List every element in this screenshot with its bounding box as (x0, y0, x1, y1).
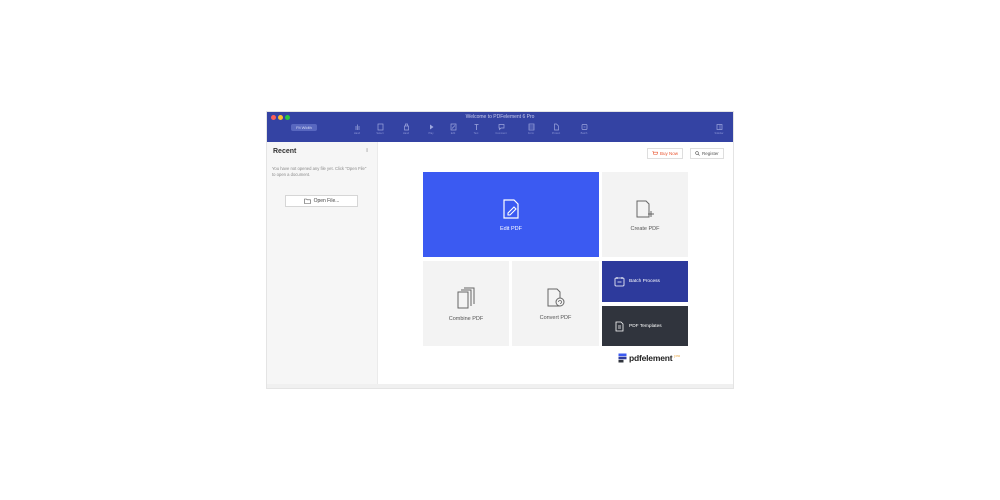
select-icon (377, 123, 383, 131)
register-button[interactable]: Register (690, 148, 724, 159)
create-pdf-tile[interactable]: Create PDF (602, 172, 688, 257)
app-window: Welcome to PDFelement 6 Pro Fit Width Ha… (266, 111, 734, 389)
open-file-button[interactable]: Open File... (285, 195, 358, 207)
protect-icon (553, 123, 559, 131)
convert-pdf-label: Convert PDF (539, 314, 572, 321)
edit-icon (450, 123, 456, 131)
toolbar-comment-button[interactable]: Comment (495, 123, 507, 138)
toolbar-pan-button[interactable]: Hand (400, 123, 412, 138)
collapse-sidebar-icon[interactable]: ⫴ (366, 148, 368, 154)
batch-process-icon (614, 277, 625, 287)
toolbar-tool-label: Batch (580, 132, 588, 135)
window-bottom-strip (267, 384, 733, 388)
pdf-templates-tile[interactable]: PDF Templates (602, 306, 688, 346)
combine-pdf-label: Combine PDF (448, 315, 484, 322)
toolbar-tool-label: Edit (450, 132, 456, 135)
edit-pdf-tile[interactable]: Edit PDF (423, 172, 599, 257)
toolbar-hand-button[interactable]: Hand (351, 123, 363, 138)
toolbar-sidebar-button[interactable]: Sidebar (713, 123, 725, 138)
folder-icon (303, 198, 311, 204)
pdf-templates-label: PDF Templates (629, 323, 662, 329)
recent-empty-hint: You have not opened any file yet. Click … (272, 166, 367, 177)
toolbar-batch-button[interactable]: Batch (578, 123, 590, 138)
buy-now-button[interactable]: Buy Now (647, 148, 684, 159)
combine-pdf-icon (457, 287, 475, 308)
zoom-select[interactable]: Fit Width (291, 124, 317, 131)
main-area: Buy Now Register Edit PDF Create PDF Com… (378, 142, 733, 388)
convert-pdf-tile[interactable]: Convert PDF (512, 261, 599, 346)
register-label: Register (702, 151, 719, 156)
toolbar-tool-label: Protect (551, 132, 561, 135)
toolbar-tool-label: Form (527, 132, 535, 135)
toolbar-text-button[interactable]: Text (470, 123, 482, 138)
toolbar-tool-label: Comment (495, 132, 507, 135)
edit-pdf-icon (503, 198, 519, 219)
sidebar-icon (716, 124, 722, 130)
convert-pdf-icon (547, 288, 564, 306)
pdfelement-logo-icon (618, 353, 627, 363)
combine-pdf-tile[interactable]: Combine PDF (423, 261, 509, 346)
toolbar-play-button[interactable]: Play (425, 123, 437, 138)
batch-process-tile[interactable]: Batch Process (602, 261, 688, 302)
create-pdf-icon (636, 200, 654, 217)
text-icon (474, 124, 478, 130)
toolbar-tool-label: Play (428, 132, 434, 135)
open-file-label: Open File... (313, 198, 340, 204)
batch-process-label: Batch Process (629, 279, 660, 284)
recent-sidebar: Recent ⫴ You have not opened any file ye… (267, 142, 378, 388)
brand-name: pdfelement (629, 353, 673, 363)
toolbar-tool-label: Text (473, 132, 479, 135)
title-bar: Welcome to PDFelement 6 Pro Fit Width Ha… (267, 112, 733, 142)
pdf-templates-icon (615, 321, 624, 331)
window-title: Welcome to PDFelement 6 Pro (465, 114, 535, 120)
brand-suffix: pro (674, 352, 681, 358)
toolbar-tool-label: Hand (402, 132, 410, 135)
hand-icon (355, 124, 359, 130)
pdfelement-logo: pdfelement pro (618, 353, 680, 363)
toolbar-select-button[interactable]: Select (374, 123, 386, 138)
cart-icon (652, 151, 658, 155)
create-pdf-label: Create PDF (630, 225, 660, 232)
toolbar-form-button[interactable]: Form (525, 123, 537, 138)
buy-now-label: Buy Now (660, 151, 679, 156)
comment-icon (498, 124, 504, 131)
pan-icon (403, 123, 409, 131)
toolbar-protect-button[interactable]: Protect (550, 123, 562, 138)
search-icon (695, 151, 700, 156)
play-icon (429, 124, 433, 130)
toolbar-edit-button[interactable]: Edit (447, 123, 459, 138)
toolbar-tool-label: Select (376, 132, 384, 135)
toolbar-tool-label: Sidebar (714, 132, 724, 135)
form-icon (528, 123, 534, 131)
batch-icon (581, 124, 587, 130)
toolbar-tool-label: Hand (353, 132, 361, 135)
edit-pdf-label: Edit PDF (499, 225, 522, 232)
recent-title: Recent (273, 148, 297, 155)
